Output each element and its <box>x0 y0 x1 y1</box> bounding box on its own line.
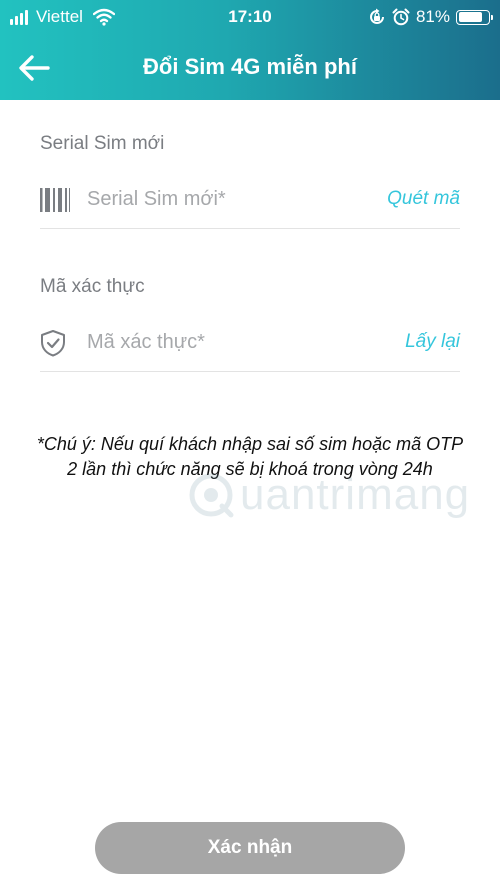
warning-note: *Chú ý: Nếu quí khách nhập sai số sim ho… <box>0 432 500 482</box>
otp-field-row: Lấy lại <box>40 315 460 372</box>
barcode-icon <box>40 188 70 212</box>
arrow-left-icon <box>19 55 50 81</box>
resend-otp-link[interactable]: Lấy lại <box>405 331 460 353</box>
serial-field-row: Quét mã <box>40 172 460 229</box>
status-bar: Viettel 17:10 81% <box>0 0 500 34</box>
warning-note-line1: *Chú ý: Nếu quí khách nhập sai số sim ho… <box>36 434 464 454</box>
signal-icon <box>10 9 30 25</box>
wifi-icon <box>92 8 115 26</box>
scan-code-link[interactable]: Quét mã <box>387 188 460 210</box>
status-left: Viettel <box>10 7 115 27</box>
status-right: 81% <box>368 7 493 27</box>
back-button[interactable] <box>14 48 54 88</box>
carrier-name: Viettel <box>36 7 83 26</box>
nav-bar: Đổi Sim 4G miễn phí <box>0 34 500 100</box>
battery-fill <box>458 12 482 22</box>
page-title: Đổi Sim 4G miễn phí <box>143 54 357 79</box>
serial-label: Serial Sim mới <box>40 133 165 154</box>
warning-note-line2: 2 lần thì chức năng sẽ bị khoá trong vòn… <box>67 459 433 479</box>
battery-icon <box>456 9 493 25</box>
otp-input[interactable] <box>87 325 377 359</box>
shield-check-icon <box>41 330 65 357</box>
confirm-button[interactable]: Xác nhận <box>95 822 405 874</box>
otp-label: Mã xác thực <box>40 276 145 297</box>
serial-input[interactable] <box>87 182 377 216</box>
alarm-icon <box>392 8 410 26</box>
app-header: Viettel 17:10 81% Đổi Sim 4G miễn phí <box>0 0 500 100</box>
battery-percent: 81% <box>415 7 450 26</box>
rotation-lock-icon <box>370 8 384 24</box>
